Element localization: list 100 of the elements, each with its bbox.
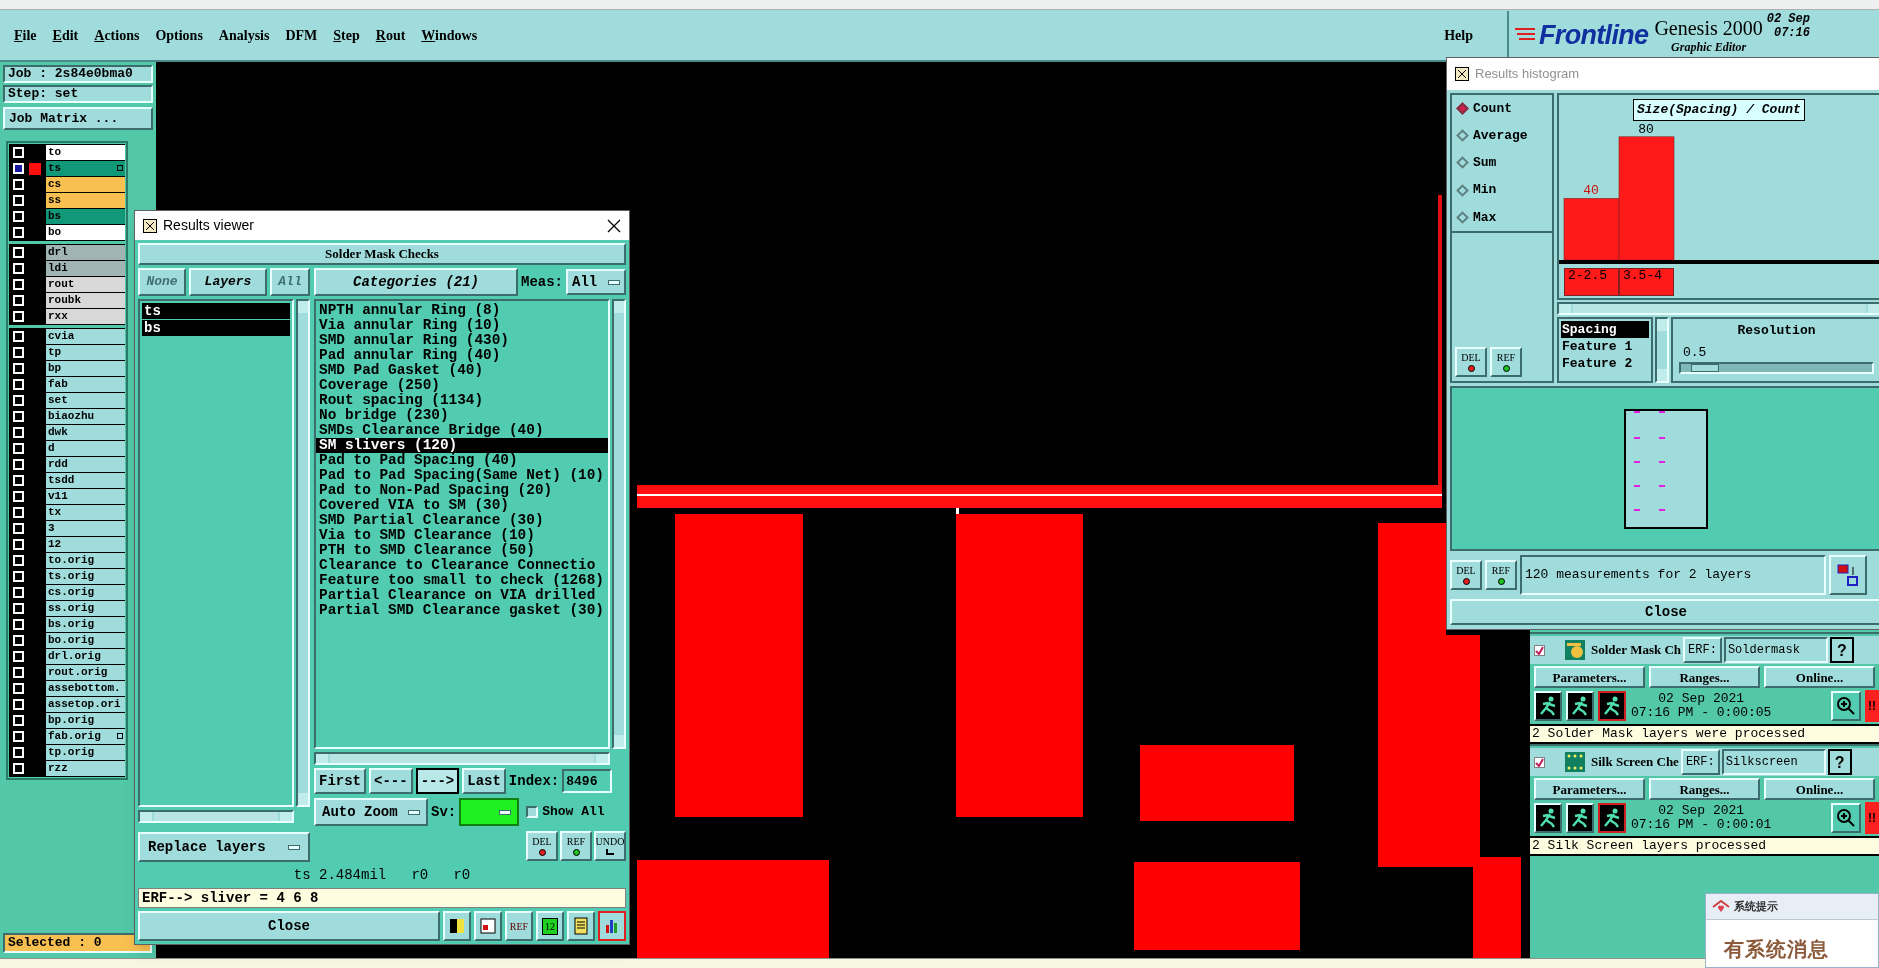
radio-option[interactable]: Count	[1458, 98, 1546, 119]
erf-field[interactable]: Silkscreen	[1721, 749, 1826, 775]
layer-checkbox[interactable]	[13, 459, 24, 470]
layer-item[interactable]: tx	[46, 505, 125, 520]
close-button[interactable]: Close	[138, 911, 440, 941]
transfer-button[interactable]	[1829, 555, 1867, 595]
category-item[interactable]: SMD Partial Clearance (30)	[316, 513, 608, 528]
category-item[interactable]: Pad annular Ring (40)	[316, 348, 608, 363]
layer-item[interactable]: tp.orig	[46, 745, 125, 760]
layer-checkbox[interactable]	[13, 179, 24, 190]
category-item[interactable]: Coverage (250)	[316, 378, 608, 393]
check-button[interactable]: Online...	[1764, 778, 1875, 800]
layer-item[interactable]: 3	[46, 521, 125, 536]
layer-filter-button[interactable]: Layers	[189, 268, 267, 296]
layer-item[interactable]: bo	[46, 225, 125, 240]
layer-checkbox[interactable]	[13, 331, 24, 342]
nav-button[interactable]: --->	[415, 768, 460, 794]
layer-item[interactable]: dwk	[46, 425, 125, 440]
layer-item[interactable]: tp	[46, 345, 125, 360]
help-button[interactable]: ?	[1829, 637, 1854, 663]
layer-checkbox[interactable]	[13, 651, 24, 662]
vertical-scrollbar[interactable]	[296, 299, 310, 807]
vertical-scrollbar[interactable]	[612, 299, 626, 749]
tool-button[interactable]: REF	[560, 831, 592, 861]
layer-checkbox[interactable]	[13, 147, 24, 158]
menu-item[interactable]: Windows	[421, 24, 478, 46]
category-item[interactable]: Via to SMD Clearance (10)	[316, 528, 608, 543]
nav-button[interactable]: Last	[462, 768, 506, 794]
layer-checkbox[interactable]	[13, 263, 24, 274]
layer-checkbox[interactable]	[13, 247, 24, 258]
erf-button[interactable]: ERF:	[1683, 637, 1722, 663]
layer-item[interactable]: rout	[46, 277, 125, 292]
check-button[interactable]: Online...	[1764, 666, 1875, 688]
layer-item[interactable]: ts.orig	[46, 569, 125, 584]
layer-filter-button[interactable]: All	[270, 268, 310, 296]
layer-checkbox[interactable]	[13, 507, 24, 518]
zoom-in-icon[interactable]	[1837, 697, 1855, 715]
menu-item[interactable]: File	[14, 24, 37, 46]
layer-item[interactable]: drl.orig	[46, 649, 125, 664]
layer-checkbox[interactable]	[13, 667, 24, 678]
layer-item[interactable]: fab	[46, 377, 125, 392]
tool-button[interactable]: 12	[536, 911, 564, 941]
horizontal-scrollbar[interactable]	[314, 752, 610, 765]
layer-checkbox[interactable]	[13, 195, 24, 206]
layer-item[interactable]: tsdd	[46, 473, 125, 488]
color-dropdown[interactable]	[459, 798, 520, 826]
index-field[interactable]: 8496	[562, 769, 613, 793]
check-button[interactable]: Parameters...	[1534, 778, 1645, 800]
category-item[interactable]: Feature too small to check (1268)	[316, 573, 608, 588]
layer-checkbox[interactable]	[13, 427, 24, 438]
layer-item[interactable]: bo.orig	[46, 633, 125, 648]
radio-option[interactable]: Sum	[1458, 153, 1546, 173]
alert-button[interactable]: !!	[1865, 802, 1879, 834]
menu-item[interactable]: DFM	[285, 24, 318, 46]
layer-checkbox[interactable]	[13, 279, 24, 290]
layer-item[interactable]: bp	[46, 361, 125, 376]
layer-item[interactable]: to	[46, 145, 125, 160]
layer-item[interactable]: fab.orig	[46, 729, 125, 744]
layer-checkbox[interactable]	[13, 539, 24, 550]
menu-item[interactable]: Options	[155, 24, 203, 46]
layer-checkbox[interactable]	[13, 491, 24, 502]
attribute-item[interactable]: Feature 2	[1561, 355, 1649, 372]
layer-item[interactable]: biaozhu	[46, 409, 125, 424]
layer-item[interactable]: ldi	[46, 261, 125, 276]
layer-checkbox[interactable]	[13, 163, 24, 174]
tool-button[interactable]: REF	[1485, 560, 1517, 590]
radio-option[interactable]: Max	[1458, 207, 1546, 228]
horizontal-scrollbar[interactable]	[138, 810, 294, 823]
layer-checkbox[interactable]	[13, 587, 24, 598]
vertical-scrollbar[interactable]	[1655, 317, 1669, 383]
job-matrix-button[interactable]: Job Matrix ...	[3, 107, 153, 130]
layer-item[interactable]: v11	[46, 489, 125, 504]
nav-button[interactable]: <---	[369, 768, 413, 794]
tool-button[interactable]: DEL	[1455, 347, 1487, 377]
alert-button[interactable]: !!	[1865, 690, 1879, 722]
menu-item[interactable]: Analysis	[218, 24, 270, 46]
layer-checkbox[interactable]	[13, 443, 24, 454]
erf-field[interactable]: Soldermask	[1723, 637, 1828, 663]
show-all-checkbox[interactable]: Show All	[526, 802, 605, 822]
layer-checkbox[interactable]	[13, 523, 24, 534]
layer-checkbox[interactable]	[13, 619, 24, 630]
layer-item[interactable]: cs	[46, 177, 125, 192]
replace-layers-dropdown[interactable]: Replace layers	[138, 832, 310, 862]
layer-checkbox[interactable]	[13, 395, 24, 406]
layer-checkbox[interactable]	[13, 311, 24, 322]
layer-item[interactable]: cs.orig	[46, 585, 125, 600]
layer-item[interactable]: drl	[46, 245, 125, 260]
layer-checkbox[interactable]	[13, 211, 24, 222]
category-item[interactable]: SMDs Clearance Bridge (40)	[316, 423, 608, 438]
layer-checkbox[interactable]	[13, 571, 24, 582]
layer-checkbox[interactable]	[13, 475, 24, 486]
layer-checkbox[interactable]	[13, 347, 24, 358]
menu-item[interactable]: Step	[333, 24, 360, 46]
layer-item[interactable]: 12	[46, 537, 125, 552]
radio-option[interactable]: Average	[1458, 126, 1546, 146]
category-item[interactable]: Pad to Non-Pad Spacing (20)	[316, 483, 608, 498]
layer-item[interactable]: cvia	[46, 329, 125, 344]
zoom-button[interactable]	[1831, 803, 1861, 833]
run-button[interactable]	[1598, 691, 1626, 721]
category-item[interactable]: PTH to SMD Clearance (50)	[316, 543, 608, 558]
